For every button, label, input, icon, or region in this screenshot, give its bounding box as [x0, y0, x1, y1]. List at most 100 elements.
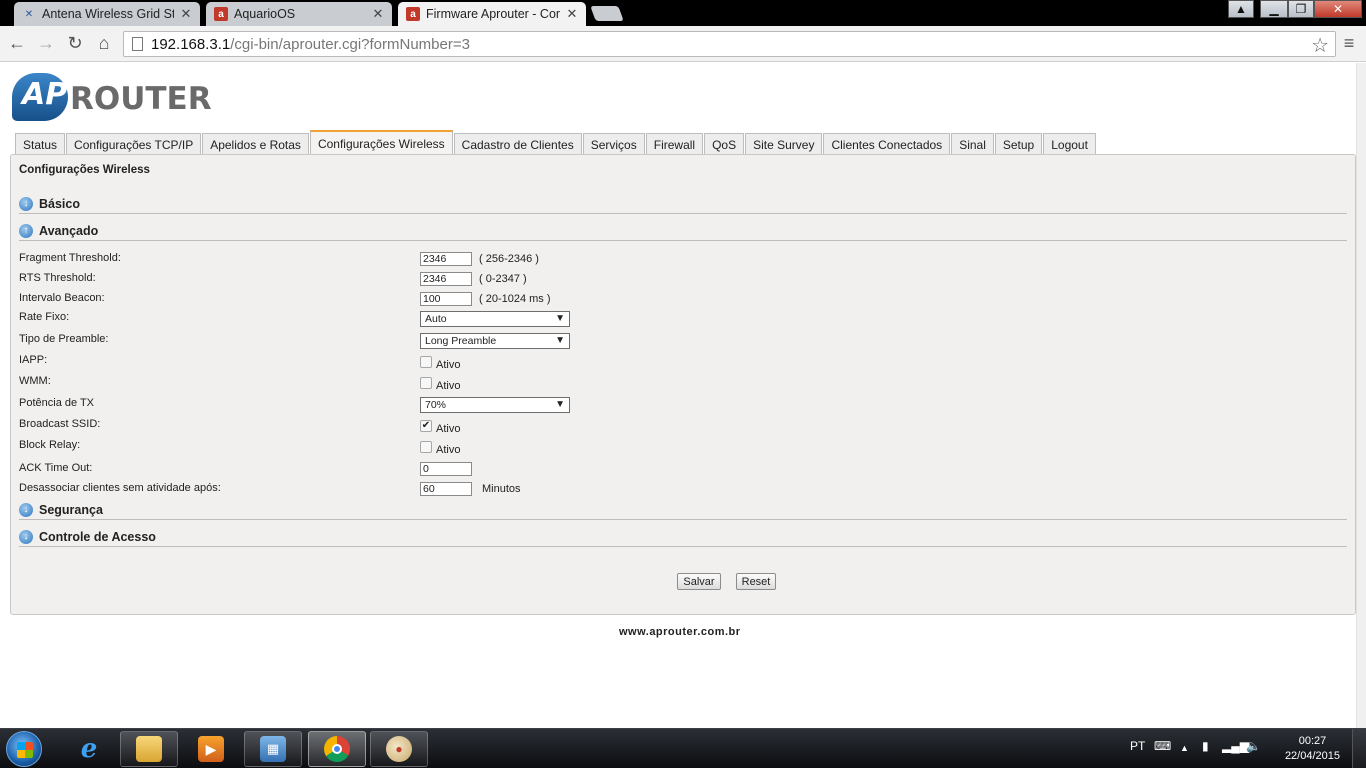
tab-wireless[interactable]: Configurações Wireless — [309, 130, 453, 155]
browser-tab-antena[interactable]: ✕ Antena Wireless Grid Stati ✕ — [14, 2, 200, 26]
taskbar-explorer[interactable] — [120, 731, 178, 767]
logo-mark: AP — [12, 73, 68, 121]
collapse-icon: ↑ — [19, 223, 33, 238]
volume-icon[interactable]: 🔈 — [1246, 739, 1261, 753]
clock[interactable]: 00:27 22/04/2015 — [1285, 734, 1340, 764]
section-avancado[interactable]: ↑ Avançado — [19, 221, 1347, 241]
folder-icon — [136, 736, 162, 762]
tab-clientes-conectados[interactable]: Clientes Conectados — [823, 133, 951, 155]
battery-icon[interactable]: ▮ — [1202, 739, 1209, 753]
forward-icon[interactable]: → — [35, 32, 57, 54]
network-app-icon: ▦ — [260, 736, 286, 762]
rts-threshold-input[interactable]: 2346 — [420, 272, 472, 286]
section-controle-acesso[interactable]: ↓ Controle de Acesso — [19, 527, 1347, 547]
reload-icon[interactable]: ↻ — [64, 32, 86, 54]
tab-apelidos-rotas[interactable]: Apelidos e Rotas — [202, 133, 309, 155]
browser-tab-aquarioos[interactable]: a AquarioOS ✕ — [206, 2, 392, 26]
wireless-settings-panel: Configurações Wireless ↓ Básico ↑ Avança… — [10, 154, 1356, 615]
preamble-select[interactable]: Long Preamble ▼ — [420, 333, 570, 349]
page-icon — [132, 37, 143, 51]
save-button[interactable]: Salvar — [677, 573, 721, 590]
browser-tab-strip: ✕ Antena Wireless Grid Stati ✕ a Aquario… — [0, 0, 1366, 26]
tab-qos[interactable]: QoS — [704, 133, 745, 155]
close-window-button[interactable]: ✕ — [1314, 0, 1362, 18]
home-icon[interactable]: ⌂ — [93, 32, 115, 54]
tab-logout[interactable]: Logout — [1043, 133, 1096, 155]
keyboard-icon[interactable]: ⌨ — [1154, 739, 1171, 753]
ack-timeout-input[interactable]: 0 — [420, 462, 472, 476]
dropdown-arrow-icon: ▼ — [555, 335, 565, 346]
section-seguranca[interactable]: ↓ Segurança — [19, 500, 1347, 520]
taskbar-media-player[interactable]: ▶ — [182, 731, 240, 767]
taskbar-network-app[interactable]: ▦ — [244, 731, 302, 767]
windows-taskbar: e ▶ ▦ ● PT ⌨ ▲ ▮ ▂▄▆ 🔈 00:27 22/04/2015 — [0, 728, 1366, 768]
tab-sinal[interactable]: Sinal — [951, 133, 994, 155]
rate-select[interactable]: Auto ▼ — [420, 311, 570, 327]
tab-status[interactable]: Status — [15, 133, 66, 155]
signal-icon[interactable]: ▂▄▆ — [1222, 739, 1249, 753]
field-label: Block Relay: — [19, 439, 81, 451]
minimize-button[interactable]: ▁ — [1260, 0, 1288, 18]
field-label: Desassociar clientes sem atividade após: — [19, 482, 221, 494]
dropdown-arrow-icon: ▼ — [555, 313, 565, 324]
tx-power-select[interactable]: 70% ▼ — [420, 397, 570, 413]
block-relay-checkbox[interactable] — [420, 441, 432, 453]
fragment-threshold-input[interactable]: 2346 — [420, 252, 472, 266]
tab-site-survey[interactable]: Site Survey — [745, 133, 823, 155]
row-iapp: IAPP: Ativo — [19, 353, 1339, 371]
field-label: Broadcast SSID: — [19, 418, 101, 430]
section-label: Controle de Acesso — [39, 529, 156, 544]
browser-tab-label: Firmware Aprouter - Conf — [426, 7, 560, 21]
show-desktop-button[interactable] — [1352, 729, 1366, 768]
close-tab-icon[interactable]: ✕ — [566, 6, 578, 22]
section-label: Básico — [39, 196, 80, 211]
browser-toolbar: ← → ↻ ⌂ 192.168.3.1/cgi-bin/aprouter.cgi… — [0, 26, 1366, 62]
iapp-checkbox[interactable] — [420, 356, 432, 368]
bookmark-star-icon[interactable]: ☆ — [1311, 33, 1329, 58]
tab-firewall[interactable]: Firewall — [645, 133, 704, 155]
checkbox-label: Ativo — [436, 422, 461, 435]
footer-link[interactable]: www.aprouter.com.br — [619, 626, 741, 638]
taskbar-paint[interactable]: ● — [370, 731, 428, 767]
close-tab-icon[interactable]: ✕ — [180, 6, 192, 22]
back-icon[interactable]: ← — [6, 32, 28, 54]
checkbox-label: Ativo — [436, 443, 461, 456]
show-hidden-icons-icon[interactable]: ▲ — [1180, 743, 1189, 753]
beacon-interval-input[interactable]: 100 — [420, 292, 472, 306]
section-basico[interactable]: ↓ Básico — [19, 194, 1347, 214]
clock-time: 00:27 — [1298, 735, 1327, 747]
field-label: Intervalo Beacon: — [19, 292, 105, 304]
field-label: Rate Fixo: — [19, 311, 70, 323]
system-tray: PT ⌨ ▲ ▮ ▂▄▆ 🔈 00:27 22/04/2015 — [1116, 729, 1366, 768]
aprouter-icon: a — [214, 7, 228, 21]
user-icon[interactable]: ▲ — [1228, 0, 1254, 18]
row-beacon-interval: Intervalo Beacon: 100 ( 20-1024 ms ) — [19, 290, 1339, 308]
disassociate-minutes-input[interactable]: 60 — [420, 482, 472, 496]
wmm-checkbox[interactable] — [420, 377, 432, 389]
taskbar-chrome[interactable] — [308, 731, 366, 767]
language-indicator[interactable]: PT — [1130, 739, 1145, 753]
chrome-menu-icon[interactable]: ≡ — [1340, 33, 1358, 53]
taskbar-ie[interactable]: e — [60, 731, 118, 767]
start-button[interactable] — [6, 731, 42, 767]
reset-button[interactable]: Reset — [736, 573, 776, 590]
tab-tcpip[interactable]: Configurações TCP/IP — [66, 133, 202, 155]
field-label: WMM: — [19, 375, 51, 387]
tab-cadastro-clientes[interactable]: Cadastro de Clientes — [453, 133, 582, 155]
tab-servicos[interactable]: Serviços — [582, 133, 645, 155]
broadcast-ssid-checkbox[interactable]: ✔ — [420, 420, 432, 432]
address-bar[interactable]: 192.168.3.1/cgi-bin/aprouter.cgi?formNum… — [123, 31, 1336, 57]
new-tab-button[interactable] — [590, 6, 624, 21]
x-icon: ✕ — [24, 8, 34, 20]
expand-icon: ↓ — [19, 196, 33, 211]
restore-button[interactable]: ❐ — [1288, 0, 1314, 18]
page-scrollbar[interactable] — [1356, 63, 1366, 728]
close-tab-icon[interactable]: ✕ — [372, 6, 384, 22]
tab-setup[interactable]: Setup — [994, 133, 1043, 155]
unit-label: Minutos — [482, 483, 521, 495]
browser-tab-firmware[interactable]: a Firmware Aprouter - Conf ✕ — [398, 2, 586, 26]
page-title: Configurações Wireless — [19, 164, 150, 176]
range-hint: ( 0-2347 ) — [479, 273, 527, 285]
section-label: Avançado — [39, 223, 99, 238]
row-preamble: Tipo de Preamble: Long Preamble ▼ — [19, 332, 1339, 350]
